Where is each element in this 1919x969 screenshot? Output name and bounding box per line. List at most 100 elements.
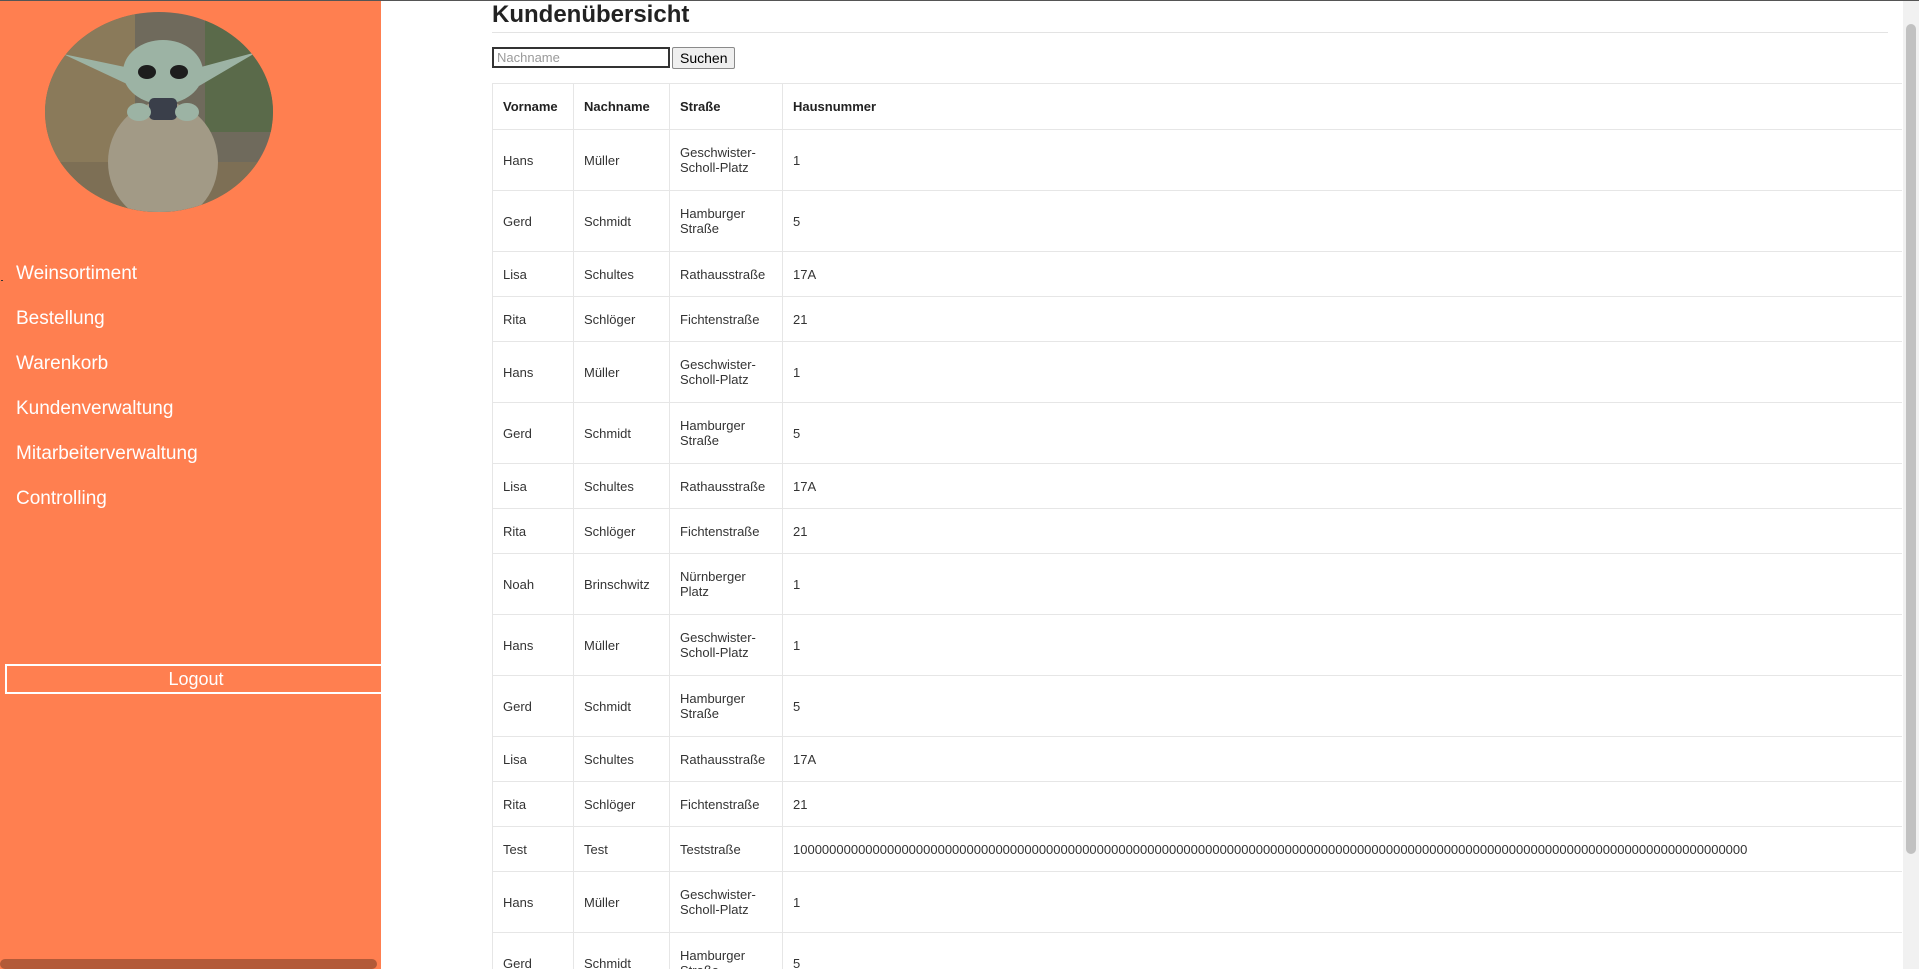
table-cell-strasse: Rathausstraße xyxy=(669,736,783,782)
table-cell-hausnummer: 5 xyxy=(782,675,1902,737)
table-row: GerdSchmidtHamburger Straße5 xyxy=(492,190,1902,252)
table-cell-vorname: Gerd xyxy=(492,675,574,737)
table-cell-hausnummer: 1 xyxy=(782,129,1902,191)
table-cell-vorname: Lisa xyxy=(492,251,574,297)
page-title: Kundenübersicht xyxy=(492,1,690,28)
table-row: Lisa Schultes Rathausstraße 17A xyxy=(492,463,1902,509)
table-cell-vorname: Lisa xyxy=(492,463,574,509)
table-row: Hans Müller Geschwister-Scholl-Platz 1 xyxy=(492,341,1902,403)
table-cell-hausnummer: 17A xyxy=(782,251,1902,297)
table-cell-vorname: Gerd xyxy=(492,402,574,464)
search-input[interactable] xyxy=(492,47,670,68)
table-cell-vorname: Gerd xyxy=(492,932,574,969)
table-row: GerdSchmidtHamburger Straße5 xyxy=(492,402,1902,464)
table-cell-nachname: Schlöger xyxy=(573,781,670,827)
table-cell-nachname: Müller xyxy=(573,129,670,191)
table-cell-vorname: Test xyxy=(492,826,574,872)
table-cell-nachname: Schlöger xyxy=(573,296,670,342)
table-cell-strasse: Teststraße xyxy=(669,826,783,872)
avatar xyxy=(45,12,273,212)
sidebar-item-bestellung[interactable]: Bestellung xyxy=(0,301,381,346)
table-row: Rita Schlöger Fichtenstraße 21 xyxy=(492,296,1902,342)
table-cell-hausnummer: 1000000000000000000000000000000000000000… xyxy=(782,826,1902,872)
scrollbar-thumb[interactable] xyxy=(1906,24,1916,854)
table-cell-vorname: Hans xyxy=(492,871,574,933)
table-header-col-strasse: Straße xyxy=(669,83,783,130)
title-divider xyxy=(492,32,1888,33)
table-cell-nachname: Müller xyxy=(573,614,670,676)
table-row: Rita Schlöger Fichtenstraße 21 xyxy=(492,781,1902,827)
table-row: Hans Müller Geschwister-Scholl-Platz 1 xyxy=(492,871,1902,933)
table-row: Test Test Teststraße 1000000000000000000000… xyxy=(492,826,1902,872)
table-cell-strasse: Fichtenstraße xyxy=(669,296,783,342)
table-row: GerdSchmidtHamburger Straße5 xyxy=(492,675,1902,737)
table-cell-hausnummer: 17A xyxy=(782,736,1902,782)
table-cell-strasse: Fichtenstraße xyxy=(669,508,783,554)
table-cell-strasse: Geschwister-Scholl-Platz xyxy=(669,614,783,676)
table-cell-vorname: Hans xyxy=(492,341,574,403)
table-cell-nachname: Brinschwitz xyxy=(573,553,670,615)
sidebar-item-kundenverwaltung[interactable]: Kundenverwaltung xyxy=(0,391,381,436)
table-row: Noah Brinschwitz Nürnberger Platz 1 xyxy=(492,553,1902,615)
table-cell-strasse: Hamburger Straße xyxy=(669,190,783,252)
table-cell-hausnummer: 1 xyxy=(782,341,1902,403)
table-cell-nachname: Schmidt xyxy=(573,402,670,464)
table-cell-strasse: Fichtenstraße xyxy=(669,781,783,827)
table-cell-nachname: Schultes xyxy=(573,463,670,509)
table-row: Hans Müller Geschwister-Scholl-Platz 1 xyxy=(492,614,1902,676)
logout-button[interactable]: Logout xyxy=(5,664,381,694)
sidebar-nav: Weinsortiment Bestellung Warenkorb Kunde… xyxy=(0,256,381,526)
table-cell-strasse: Hamburger Straße xyxy=(669,932,783,969)
search-bar: Suchen xyxy=(492,47,736,69)
top-border-line xyxy=(0,0,1919,1)
sidebar: Weinsortiment Bestellung Warenkorb Kunde… xyxy=(0,0,381,969)
table-cell-vorname: Noah xyxy=(492,553,574,615)
sidebar-item-mitarbeiterverwaltung[interactable]: Mitarbeiterverwaltung xyxy=(0,436,381,481)
table-cell-nachname: Müller xyxy=(573,341,670,403)
sidebar-item-controlling[interactable]: Controlling xyxy=(0,481,381,526)
table-cell-hausnummer: 5 xyxy=(782,402,1902,464)
table-cell-hausnummer: 1 xyxy=(782,871,1902,933)
baby-yoda-avatar-image xyxy=(45,12,273,212)
table-cell-hausnummer: 5 xyxy=(782,190,1902,252)
table-cell-hausnummer: 21 xyxy=(782,296,1902,342)
table-cell-vorname: Rita xyxy=(492,781,574,827)
table-cell-vorname: Hans xyxy=(492,614,574,676)
table-row: Lisa Schultes Rathausstraße 17A xyxy=(492,251,1902,297)
table-cell-nachname: Schlöger xyxy=(573,508,670,554)
customer-table: Vorname Nachname Straße Hausnummer Hans Müll… xyxy=(492,83,1902,969)
search-button[interactable]: Suchen xyxy=(672,47,736,69)
table-cell-strasse: Rathausstraße xyxy=(669,463,783,509)
sidebar-item-warenkorb[interactable]: Warenkorb xyxy=(0,346,381,391)
sidebar-item-weinsortiment[interactable]: Weinsortiment xyxy=(0,256,381,301)
table-row: Rita Schlöger Fichtenstraße 21 xyxy=(492,508,1902,554)
table-cell-strasse: Hamburger Straße xyxy=(669,675,783,737)
table-cell-hausnummer: 1 xyxy=(782,614,1902,676)
page-vertical-scrollbar[interactable] xyxy=(1903,0,1919,969)
table-cell-nachname: Müller xyxy=(573,871,670,933)
table-cell-strasse: Geschwister-Scholl-Platz xyxy=(669,129,783,191)
table-cell-strasse: Hamburger Straße xyxy=(669,402,783,464)
table-row: GerdSchmidtHamburger Straße5 xyxy=(492,932,1902,969)
main-content: Kundenübersicht Suchen VornameNachnameSt… xyxy=(492,0,1902,969)
table-cell-hausnummer: 21 xyxy=(782,508,1902,554)
customer-table-container: Vorname Nachname Straße Hausnummer Hans Müll… xyxy=(492,83,1902,969)
table-cell-hausnummer: 5 xyxy=(782,932,1902,969)
table-cell-hausnummer: 17A xyxy=(782,463,1902,509)
table-cell-nachname: Schmidt xyxy=(573,190,670,252)
sidebar-horizontal-scrollbar[interactable] xyxy=(0,959,377,969)
table-cell-nachname: Schmidt xyxy=(573,675,670,737)
table-header: Vorname Nachname Straße Hausnummer xyxy=(492,83,1902,130)
table-cell-strasse: Geschwister-Scholl-Platz xyxy=(669,341,783,403)
table-cell-strasse: Rathausstraße xyxy=(669,251,783,297)
table-cell-strasse: Nürnberger Platz xyxy=(669,553,783,615)
table-cell-vorname: Lisa xyxy=(492,736,574,782)
table-header-col-hausnummer: Hausnummer xyxy=(782,83,1902,130)
table-cell-strasse: Geschwister-Scholl-Platz xyxy=(669,871,783,933)
table-row: Lisa Schultes Rathausstraße 17A xyxy=(492,736,1902,782)
table-header-col-nachname: Nachname xyxy=(573,83,670,130)
table-cell-nachname: Schultes xyxy=(573,736,670,782)
table-cell-nachname: Test xyxy=(573,826,670,872)
table-cell-vorname: Gerd xyxy=(492,190,574,252)
table-header-col-vorname: Vorname xyxy=(492,83,574,130)
